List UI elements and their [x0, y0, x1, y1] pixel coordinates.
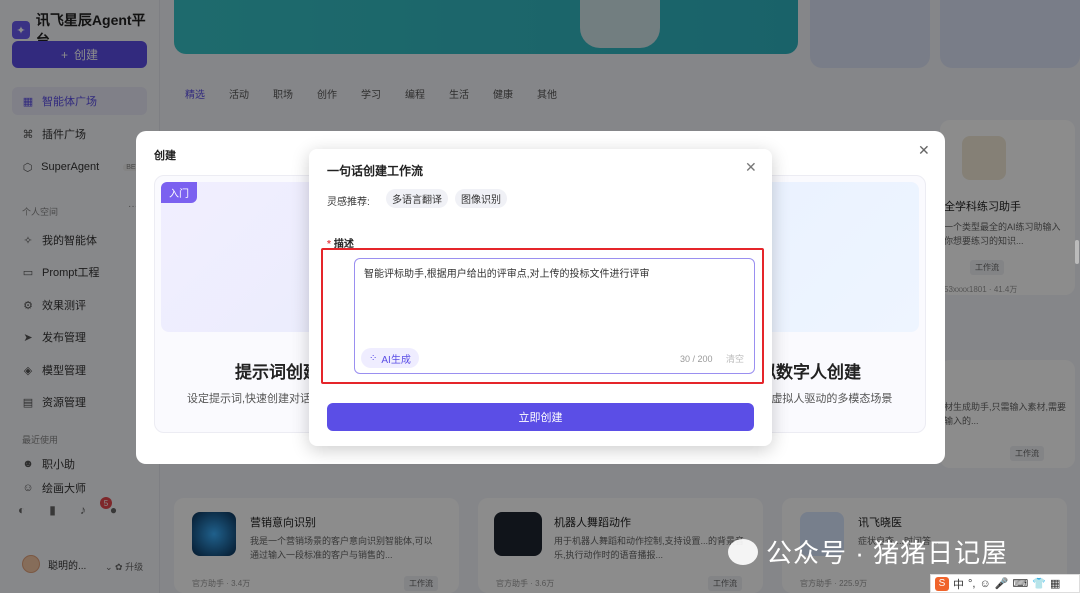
ime-keyboard[interactable]: ⌨: [1012, 577, 1028, 590]
wechat-icon: [728, 538, 758, 565]
submit-button[interactable]: 立即创建: [327, 403, 754, 431]
create-modal-title: 创建: [154, 150, 176, 162]
sogou-icon[interactable]: S: [935, 576, 949, 591]
close-icon[interactable]: ✕: [918, 142, 930, 159]
scrollbar[interactable]: [1075, 240, 1079, 264]
ai-icon: ⁘: [369, 352, 378, 364]
option-desc: 设定提示词,快速创建对话...: [187, 393, 321, 405]
ime-punct[interactable]: °,: [968, 578, 975, 590]
ime-toolbar: S 中 °, ☺ 🎤 ⌨ 👕 ▦: [930, 574, 1080, 593]
ime-voice[interactable]: 🎤: [995, 577, 1009, 590]
ai-generate-button[interactable]: ⁘ AI生成: [361, 348, 419, 368]
ime-emoji[interactable]: ☺: [979, 578, 990, 590]
chip-translate[interactable]: 多语言翻译: [386, 189, 448, 208]
watermark-text: 公众号 · 猪猪日记屋: [766, 538, 1009, 568]
watermark: 公众号 · 猪猪日记屋: [728, 533, 1008, 570]
ime-lang[interactable]: 中: [953, 576, 964, 592]
description-value: 智能评标助手,根据用户给出的评审点,对上传的投标文件进行评审: [364, 269, 650, 280]
close-icon[interactable]: ✕: [745, 159, 757, 176]
option-badge: 入门: [161, 182, 197, 203]
description-textarea[interactable]: 智能评标助手,根据用户给出的评审点,对上传的投标文件进行评审 ⁘ AI生成 30 …: [354, 258, 755, 374]
modal-title: 一句话创建工作流: [327, 164, 424, 178]
ime-tools[interactable]: ▦: [1050, 577, 1060, 590]
clear-button[interactable]: 清空: [726, 352, 744, 365]
option-title: 提示词创建: [235, 363, 320, 382]
ime-skin[interactable]: 👕: [1032, 577, 1046, 590]
inspiration-label: 灵感推荐:: [327, 197, 370, 208]
char-count: 30 / 200: [680, 354, 713, 364]
chip-image-recognition[interactable]: 图像识别: [455, 189, 507, 208]
workflow-modal: 一句话创建工作流 ✕ 灵感推荐: 多语言翻译 图像识别 * 描述 智能评标助手,根…: [309, 149, 772, 446]
ai-generate-label: AI生成: [381, 354, 411, 366]
